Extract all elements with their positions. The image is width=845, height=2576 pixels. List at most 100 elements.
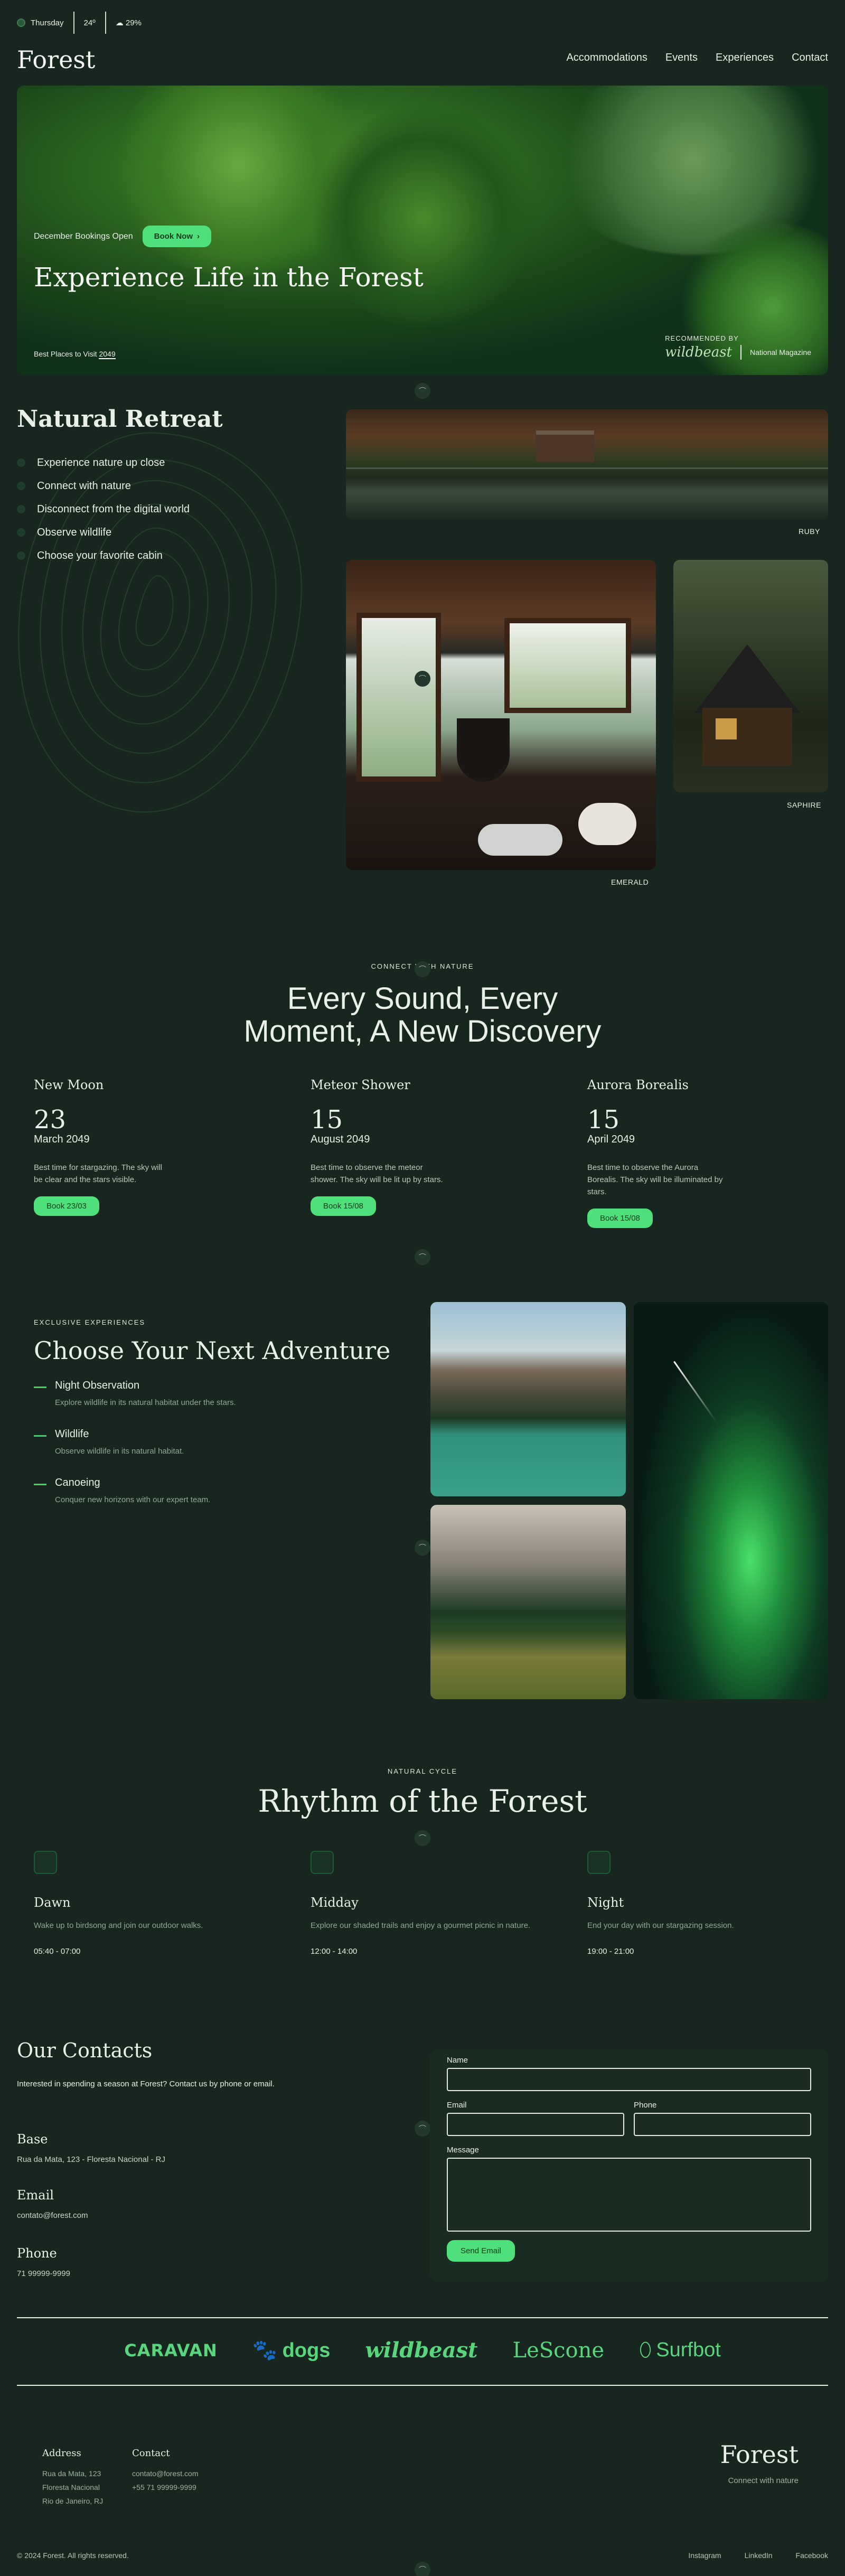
paw-icon: 🐾: [252, 2339, 278, 2362]
event-day: 23: [34, 1105, 67, 1135]
list-item-label: Experience nature up close: [37, 456, 165, 469]
page: Thursday 24º ☁ 29% Forest Accommodations…: [0, 0, 845, 2576]
nav-experiences[interactable]: Experiences: [716, 52, 774, 64]
event-date: April 2049: [587, 1134, 635, 1145]
email-field[interactable]: [447, 2113, 624, 2136]
deer-image[interactable]: [430, 1505, 626, 1699]
phone-group: Phone: [634, 2101, 811, 2136]
book-event-button[interactable]: Book 15/08: [587, 1209, 653, 1228]
window-light-shape: [716, 718, 737, 739]
cabin-roof-shape: [694, 644, 800, 713]
copyright: © 2024 Forest. All rights reserved.: [17, 2551, 129, 2560]
saphire-cabin-image[interactable]: [673, 560, 828, 792]
list-item-label: Observe wildlife: [37, 526, 112, 538]
list-item: Choose your favorite cabin: [17, 544, 190, 567]
message-field[interactable]: [447, 2158, 811, 2232]
footer-email[interactable]: contato@forest.com: [132, 2467, 199, 2480]
book-now-button[interactable]: Book Now ›: [142, 226, 211, 247]
scroll-icon: ⌒: [415, 1830, 430, 1846]
bullet-icon: [17, 528, 25, 537]
list-item: Experience nature up close: [17, 451, 190, 474]
divider: [17, 2385, 828, 2386]
scroll-icon: ⌒: [415, 671, 430, 687]
nav-accommodations[interactable]: Accommodations: [566, 52, 647, 64]
book-event-button[interactable]: Book 23/03: [34, 1196, 99, 1216]
best-year[interactable]: 2049: [99, 350, 116, 359]
footer-phone[interactable]: +55 71 99999-9999: [132, 2480, 199, 2494]
contact-email-value[interactable]: contato@forest.com: [17, 2211, 88, 2220]
event-card: Meteor Shower 15 August 2049 Best time t…: [311, 1078, 587, 1228]
list-item: Disconnect from the digital world: [17, 498, 190, 521]
facebook-link[interactable]: Facebook: [796, 2551, 828, 2560]
surfbot-logo-text: Surfbot: [656, 2339, 721, 2361]
divider: [73, 12, 74, 34]
hero-title: Experience Life in the Forest: [34, 262, 424, 293]
scroll-icon: ⌒: [415, 383, 430, 399]
bullet-icon: [17, 482, 25, 490]
weather-day: Thursday: [17, 18, 64, 27]
section-eyebrow: NATURAL CYCLE: [387, 1767, 458, 1775]
message-group: Message: [447, 2146, 811, 2232]
site-logo[interactable]: Forest: [17, 45, 95, 74]
list-item-label: Connect with nature: [37, 480, 131, 492]
recommended-label: RECOMMENDED BY: [665, 334, 739, 342]
contact-phone-value[interactable]: 71 99999-9999: [17, 2269, 70, 2278]
list-item-desc: Conquer new horizons with our expert tea…: [55, 1495, 211, 1504]
send-email-button[interactable]: Send Email: [447, 2240, 515, 2262]
list-item-title: Night Observation: [55, 1380, 140, 1391]
chevron-right-icon: ›: [197, 232, 200, 241]
sound-title-line2: Moment, A New Discovery: [243, 1014, 602, 1048]
name-field[interactable]: [447, 2068, 811, 2091]
event-desc: Best time for stargazing. The sky will b…: [34, 1163, 163, 1184]
contact-email: Email contato@forest.com: [17, 2188, 88, 2220]
linkedin-link[interactable]: LinkedIn: [745, 2551, 773, 2560]
footer-address-line: Rua da Mata, 123: [42, 2469, 101, 2478]
contact-email-label: Email: [17, 2188, 54, 2203]
event-desc: Best time to observe the meteor shower. …: [311, 1163, 443, 1184]
scroll-icon: ⌒: [415, 2562, 430, 2576]
list-item-label: Choose your favorite cabin: [37, 549, 163, 561]
rhythm-card: Night End your day with our stargazing s…: [587, 1851, 845, 1956]
footer-address: Address Rua da Mata, 123 Floresta Nacion…: [42, 2447, 103, 2508]
footer-contact-title: Contact: [132, 2448, 170, 2459]
event-date: August 2049: [311, 1134, 370, 1145]
nav-events[interactable]: Events: [665, 52, 698, 64]
best-prefix: Best Places to Visit: [34, 350, 97, 358]
rhythm-card-desc: End your day with our stargazing session…: [587, 1921, 734, 1930]
emerald-cabin-image[interactable]: [346, 560, 656, 870]
list-item-desc: Observe wildlife in its natural habitat.: [55, 1447, 184, 1456]
phone-field[interactable]: [634, 2113, 811, 2136]
recommend-logos: wildbeast National Magazine: [665, 344, 811, 360]
wildbeast-logo: wildbeast: [665, 344, 733, 360]
list-item: Night Observation Explore wildlife in its…: [34, 1380, 236, 1428]
contact-base-label: Base: [17, 2132, 48, 2147]
name-label: Name: [447, 2056, 468, 2065]
rhythm-card-title: Midday: [311, 1895, 359, 1910]
lake-image[interactable]: [430, 1302, 626, 1496]
divider: [740, 345, 742, 360]
booking-line: December Bookings Open Book Now ›: [34, 226, 424, 247]
list-item-desc: Explore wildlife in its natural habitat …: [55, 1398, 236, 1407]
wildbeast-logo: wildbeast: [365, 2338, 478, 2363]
contact-form: Name Email Phone Message Send Email: [430, 2049, 828, 2282]
rhythm-columns: Dawn Wake up to birdsong and join our ou…: [34, 1851, 845, 1956]
ruby-cabin-image[interactable]: [346, 409, 828, 519]
contact-base: Base Rua da Mata, 123 - Floresta Naciona…: [17, 2132, 165, 2164]
bullet-icon: [17, 505, 25, 513]
caravan-logo: CARAVAN: [124, 2340, 218, 2360]
recommended-by: RECOMMENDED BY wildbeast National Magazi…: [665, 334, 811, 360]
rhythm-title: Rhythm of the Forest: [258, 1783, 587, 1819]
nav-contact[interactable]: Contact: [792, 52, 828, 64]
event-date: March 2049: [34, 1134, 90, 1145]
surfbot-logo: ⬯ Surfbot: [639, 2339, 721, 2362]
footer-logo[interactable]: Forest: [720, 2440, 799, 2469]
hero-banner: December Bookings Open Book Now › Experie…: [17, 86, 828, 375]
rhythm-card-desc: Wake up to birdsong and join our outdoor…: [34, 1921, 203, 1930]
aurora-image[interactable]: [634, 1302, 828, 1699]
contacts-title: Our Contacts: [17, 2039, 153, 2062]
best-places: Best Places to Visit 2049: [34, 350, 116, 359]
book-event-button[interactable]: Book 15/08: [311, 1196, 376, 1216]
dogs-logo-text: dogs: [282, 2339, 331, 2362]
retreat-title: Natural Retreat: [17, 406, 223, 433]
instagram-link[interactable]: Instagram: [688, 2551, 721, 2560]
